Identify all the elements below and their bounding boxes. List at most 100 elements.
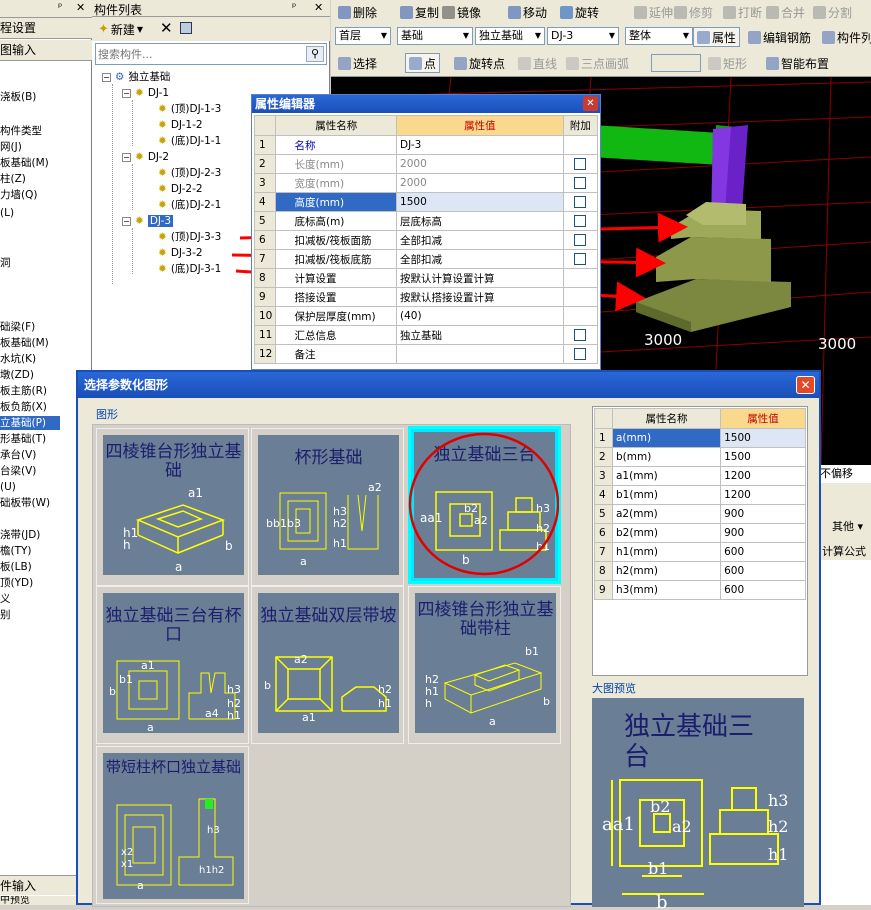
property-row[interactable]: 4 高度(mm) 1500 (253, 192, 599, 212)
addon-cell (562, 154, 599, 174)
param-value[interactable]: 1200 (720, 485, 806, 505)
formula-tab[interactable]: 计算公式 (822, 543, 866, 559)
shape-thumb-short-column-cup[interactable]: 带短柱杯口独立基础 x2 x1 h3 h1h2 a (96, 746, 249, 904)
property-value[interactable]: 2000 (396, 154, 564, 174)
column-header: 属性值 (396, 115, 564, 136)
property-value[interactable]: 2000 (396, 173, 564, 193)
param-row[interactable]: 1 a(mm) 1500 (594, 428, 806, 448)
svg-text:b: b (109, 685, 116, 698)
param-value[interactable]: 1200 (720, 466, 806, 486)
param-row[interactable]: 6 b2(mm) 900 (594, 523, 806, 543)
dialog-title: 选择参数化图形 (84, 378, 169, 392)
svg-text:a1: a1 (141, 659, 155, 672)
large-preview: 独立基础三台 aa1 b2 a2 b1 b h3 h2 h1 (592, 698, 804, 910)
svg-text:x1: x1 (121, 859, 133, 870)
close-icon[interactable]: ✕ (796, 376, 815, 394)
param-name: h1(mm) (611, 542, 722, 562)
pyramid-diagram: h1haba1 (123, 486, 233, 574)
svg-text:h1h2: h1h2 (199, 865, 224, 876)
shape-thumb-pyramid-isolated-foundation[interactable]: 四棱锥台形独立基础 h1 h a b a1 (96, 428, 249, 586)
param-value[interactable]: 900 (720, 523, 806, 543)
svg-text:h2: h2 (333, 517, 347, 530)
svg-text:x2: x2 (121, 847, 133, 858)
svg-text:a1: a1 (302, 711, 316, 724)
shape-thumb-three-tier-foundation[interactable]: 独立基础三台 aa1 b2 a2 b h3 h2 h1 (408, 426, 561, 584)
addon-checkbox[interactable] (574, 234, 587, 246)
addon-checkbox[interactable] (574, 215, 587, 227)
property-value[interactable]: 按默认计算设置计算 (396, 268, 564, 288)
property-row[interactable]: 3 宽度(mm) 2000 (253, 173, 599, 193)
param-value[interactable]: 600 (720, 580, 806, 600)
property-value[interactable]: 层底标高 (396, 211, 564, 231)
property-row[interactable]: 8 计算设置 按默认计算设置计算 (253, 268, 599, 288)
shape-thumb-double-layer-slope[interactable]: 独立基础双层带坡 b a2 a1 h2 h1 (251, 586, 404, 744)
property-value[interactable]: 全部扣减 (396, 249, 564, 269)
property-row[interactable]: 6 扣减板/筏板面筋 全部扣减 (253, 230, 599, 250)
svg-text:h: h (123, 538, 131, 552)
svg-text:a: a (137, 879, 144, 892)
svg-text:h1: h1 (333, 537, 347, 550)
svg-text:b1: b1 (119, 673, 133, 686)
shape-thumb-pyramid-with-column[interactable]: 四棱锥台形独立基础带柱 h2 h1 h a b1 b (408, 586, 561, 744)
param-name: b2(mm) (611, 523, 722, 543)
property-value[interactable]: 1500 (396, 192, 564, 212)
addon-checkbox[interactable] (574, 196, 587, 208)
grid-header: 属性名称 属性值 附加 (253, 115, 599, 136)
addon-checkbox[interactable] (574, 329, 587, 341)
property-name: 汇总信息 (275, 325, 398, 345)
property-row[interactable]: 12 备注 (253, 344, 599, 364)
shapes-groupbox-label: 图形 (96, 408, 118, 421)
param-row[interactable]: 3 a1(mm) 1200 (594, 466, 806, 486)
param-value[interactable]: 600 (720, 561, 806, 581)
addon-checkbox[interactable] (574, 253, 587, 265)
shape-thumb-three-tier-with-cup[interactable]: 独立基础三台有杯口 b b1 a1 h3 h2 h1 a a4 (96, 586, 249, 744)
property-row[interactable]: 10 保护层厚度(mm) (40) (253, 306, 599, 326)
param-row[interactable]: 8 h2(mm) 600 (594, 561, 806, 581)
addon-cell (562, 173, 599, 193)
param-value[interactable]: 600 (720, 542, 806, 562)
property-value[interactable]: 按默认搭接设置计算 (396, 287, 564, 307)
svg-text:b: b (543, 695, 550, 708)
addon-checkbox[interactable] (574, 158, 587, 170)
property-name: 扣减板/筏板底筋 (275, 249, 398, 269)
property-name: 扣减板/筏板面筋 (275, 230, 398, 250)
shape-thumb-cup-foundation[interactable]: 杯形基础 bb1b3 h3 h2 h1 a2 a (251, 428, 404, 586)
svg-text:b2: b2 (650, 797, 670, 816)
param-row[interactable]: 9 h3(mm) 600 (594, 580, 806, 600)
svg-text:h: h (425, 697, 432, 710)
param-row[interactable]: 5 a2(mm) 900 (594, 504, 806, 524)
property-value[interactable]: 全部扣减 (396, 230, 564, 250)
property-value[interactable]: (40) (396, 306, 564, 326)
param-name: b1(mm) (611, 485, 722, 505)
param-value[interactable]: 1500 (720, 447, 806, 467)
property-editor-title: 属性编辑器 (255, 97, 316, 111)
property-row[interactable]: 2 长度(mm) 2000 (253, 154, 599, 174)
property-row[interactable]: 9 搭接设置 按默认搭接设置计算 (253, 287, 599, 307)
addon-checkbox[interactable] (574, 348, 587, 360)
property-value[interactable] (396, 344, 564, 364)
property-value[interactable]: 独立基础 (396, 325, 564, 345)
property-value[interactable]: DJ-3 (396, 135, 564, 155)
property-row[interactable]: 7 扣减板/筏板底筋 全部扣减 (253, 249, 599, 269)
column-header: 属性名称 (611, 408, 722, 429)
param-row[interactable]: 4 b1(mm) 1200 (594, 485, 806, 505)
param-row[interactable]: 2 b(mm) 1500 (594, 447, 806, 467)
param-value[interactable]: 900 (720, 504, 806, 524)
property-name: 搭接设置 (275, 287, 398, 307)
other-button[interactable]: 其他 ▾ (832, 518, 863, 534)
column-header: 属性名称 (275, 115, 398, 136)
addon-cell (562, 325, 599, 345)
property-row[interactable]: 1 名称 DJ-3 (253, 135, 599, 155)
svg-text:h3: h3 (768, 791, 788, 810)
svg-text:a: a (300, 555, 307, 568)
close-icon[interactable]: ✕ (583, 96, 598, 111)
offset-combo[interactable]: 不偏移 (820, 465, 871, 483)
param-name: a2(mm) (611, 504, 722, 524)
cup-diagram: bb1b3h3h2h1a2a (266, 481, 382, 568)
property-row[interactable]: 11 汇总信息 独立基础 (253, 325, 599, 345)
property-name: 宽度(mm) (275, 173, 398, 193)
property-row[interactable]: 5 底标高(m) 层底标高 (253, 211, 599, 231)
param-value[interactable]: 1500 (720, 428, 806, 448)
param-row[interactable]: 7 h1(mm) 600 (594, 542, 806, 562)
addon-checkbox[interactable] (574, 177, 587, 189)
